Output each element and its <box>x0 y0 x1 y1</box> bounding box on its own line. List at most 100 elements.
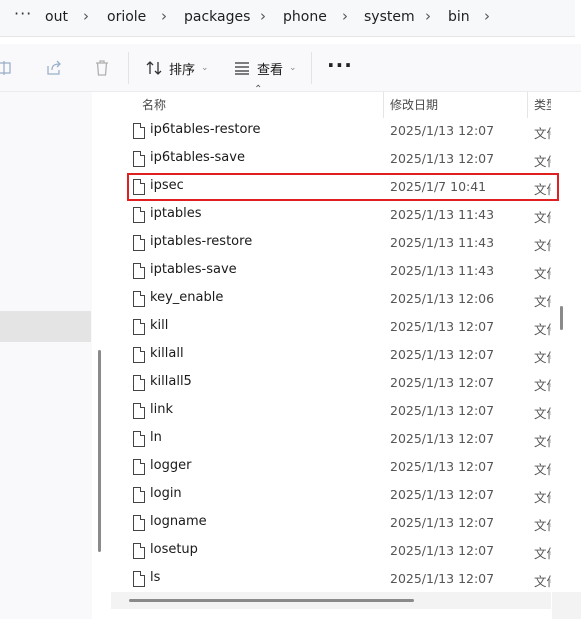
file-name: losetup <box>150 542 198 557</box>
file-row[interactable]: killall 2025/1/13 12:07 文件 <box>111 341 569 369</box>
file-icon <box>133 375 145 391</box>
file-name: ip6tables-save <box>150 150 245 165</box>
file-icon <box>133 123 145 139</box>
chevron-right-icon: › <box>260 7 266 25</box>
breadcrumb-bin[interactable]: bin <box>448 9 470 25</box>
file-date-modified: 2025/1/13 12:07 <box>390 123 495 138</box>
file-date-modified: 2025/1/13 12:07 <box>390 515 495 530</box>
file-icon <box>133 235 145 251</box>
sort-label: 排序 <box>169 62 196 78</box>
file-row[interactable]: ip6tables-restore 2025/1/13 12:07 文件 <box>111 117 569 145</box>
chevron-right-icon: › <box>342 7 348 25</box>
sort-ascending-icon: ⌃ <box>254 84 263 95</box>
share-icon[interactable] <box>44 58 64 78</box>
file-row[interactable]: iptables-save 2025/1/13 11:43 文件 <box>111 257 569 285</box>
column-divider[interactable] <box>527 92 528 118</box>
file-icon <box>133 459 145 475</box>
file-row[interactable]: losetup 2025/1/13 12:07 文件 <box>111 537 569 565</box>
file-row[interactable]: key_enable 2025/1/13 12:06 文件 <box>111 285 569 313</box>
file-row[interactable]: ls 2025/1/13 12:07 文件 <box>111 565 569 593</box>
file-type: 文件 <box>534 378 551 393</box>
file-type: 文件 <box>534 210 551 225</box>
file-row[interactable]: logname 2025/1/13 12:07 文件 <box>111 509 569 537</box>
toolbar-divider <box>128 52 129 84</box>
file-type: 文件 <box>534 406 551 421</box>
address-bar[interactable]: ··· out › oriole › packages › phone › sy… <box>0 0 575 37</box>
file-row[interactable]: link 2025/1/13 12:07 文件 <box>111 397 569 425</box>
chevron-right-icon: › <box>161 7 167 25</box>
file-date-modified: 2025/1/13 12:07 <box>390 431 495 446</box>
file-list: ⌃ 名称 修改日期 类型 ip6tables-restore2025/1/13 … <box>111 84 581 611</box>
file-date-modified: 2025/1/13 12:07 <box>390 403 495 418</box>
navigation-pane <box>0 92 92 619</box>
file-date-modified: 2025/1/13 12:07 <box>390 151 495 166</box>
file-type: 文件 <box>534 546 551 561</box>
file-type: 文件 <box>534 490 551 505</box>
chevron-right-icon: › <box>83 7 89 25</box>
file-type: 文件 <box>534 518 551 533</box>
file-icon <box>133 431 145 447</box>
highlight-box <box>127 173 559 201</box>
breadcrumb-out[interactable]: out <box>45 9 68 25</box>
file-name: iptables-save <box>150 262 237 277</box>
file-date-modified: 2025/1/13 12:07 <box>390 319 495 334</box>
file-date-modified: 2025/1/13 12:07 <box>390 571 495 586</box>
breadcrumb-oriole[interactable]: oriole <box>107 9 146 25</box>
file-row[interactable]: iptables 2025/1/13 11:43 文件 <box>111 201 569 229</box>
file-date-modified: 2025/1/13 12:07 <box>390 459 495 474</box>
file-row[interactable]: killall5 2025/1/13 12:07 文件 <box>111 369 569 397</box>
breadcrumb-overflow-button[interactable]: ··· <box>14 4 32 23</box>
breadcrumb-phone[interactable]: phone <box>283 9 327 25</box>
horizontal-scrollbar[interactable] <box>111 592 551 609</box>
file-icon <box>133 151 145 167</box>
file-row[interactable]: iptables-restore 2025/1/13 11:43 文件 <box>111 229 569 257</box>
file-type: 文件 <box>534 462 551 477</box>
file-type: 文件 <box>534 294 551 309</box>
file-icon <box>133 291 145 307</box>
breadcrumb-packages[interactable]: packages <box>184 9 250 25</box>
file-date-modified: 2025/1/13 12:07 <box>390 347 495 362</box>
file-icon <box>133 403 145 419</box>
file-icon <box>133 515 145 531</box>
file-row[interactable]: kill 2025/1/13 12:07 文件 <box>111 313 569 341</box>
file-name: ls <box>150 570 161 585</box>
scrollbar-corner <box>552 592 581 619</box>
delete-icon[interactable] <box>92 58 112 78</box>
view-label: 查看 <box>257 62 284 78</box>
file-icon <box>133 543 145 559</box>
file-icon <box>133 347 145 363</box>
file-type: 文件 <box>534 322 551 337</box>
sort-icon <box>146 61 162 75</box>
file-name: ln <box>150 430 162 445</box>
file-name: kill <box>150 318 169 333</box>
chevron-down-icon: ⌄ <box>289 63 297 73</box>
column-divider[interactable] <box>383 92 384 118</box>
file-icon <box>133 571 145 587</box>
file-date-modified: 2025/1/13 12:06 <box>390 291 495 306</box>
file-date-modified: 2025/1/13 12:07 <box>390 543 495 558</box>
nav-scrollbar[interactable] <box>98 350 101 552</box>
file-name: key_enable <box>150 290 224 305</box>
chevron-right-icon: › <box>484 7 490 25</box>
more-options-button[interactable]: ··· <box>327 53 353 77</box>
file-row[interactable]: login 2025/1/13 12:07 文件 <box>111 481 569 509</box>
horizontal-scrollbar-thumb[interactable] <box>129 599 414 602</box>
file-name: link <box>150 402 173 417</box>
file-date-modified: 2025/1/13 11:43 <box>390 263 495 278</box>
file-type: 文件 <box>534 126 551 141</box>
rename-icon[interactable] <box>0 58 14 78</box>
file-type: 文件 <box>534 266 551 281</box>
file-row[interactable]: logger 2025/1/13 12:07 文件 <box>111 453 569 481</box>
sort-button[interactable]: 排序 ⌄ <box>145 57 209 79</box>
file-date-modified: 2025/1/13 11:43 <box>390 207 495 222</box>
file-icon <box>133 487 145 503</box>
nav-selected-item[interactable] <box>0 311 91 342</box>
file-type: 文件 <box>534 434 551 449</box>
list-scrollbar-thumb[interactable] <box>560 306 563 330</box>
breadcrumb-system[interactable]: system <box>364 9 415 25</box>
file-row[interactable]: ln 2025/1/13 12:07 文件 <box>111 425 569 453</box>
file-type: 文件 <box>534 154 551 169</box>
view-button[interactable]: 查看 ⌄ <box>233 57 297 79</box>
file-icon <box>133 207 145 223</box>
file-row[interactable]: ip6tables-save 2025/1/13 12:07 文件 <box>111 145 569 173</box>
